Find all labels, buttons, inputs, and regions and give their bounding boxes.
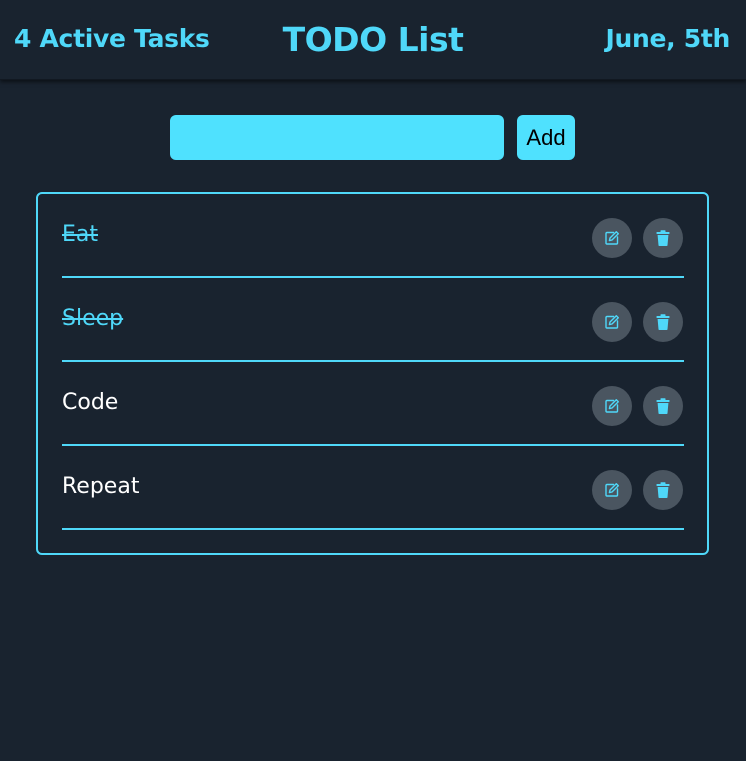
- edit-button[interactable]: [592, 218, 632, 258]
- delete-button[interactable]: [643, 302, 683, 342]
- todo-item: Code: [62, 362, 684, 446]
- edit-button[interactable]: [592, 470, 632, 510]
- edit-icon: [605, 483, 619, 497]
- current-date: June, 5th: [605, 24, 731, 53]
- todo-label[interactable]: Code: [62, 390, 118, 415]
- edit-button[interactable]: [592, 302, 632, 342]
- edit-icon: [605, 399, 619, 413]
- todo-item: Repeat: [62, 446, 684, 530]
- edit-icon: [605, 231, 619, 245]
- trash-icon: [656, 314, 670, 330]
- new-task-input[interactable]: [170, 115, 504, 160]
- delete-button[interactable]: [643, 218, 683, 258]
- todo-label[interactable]: Sleep: [62, 306, 123, 331]
- delete-button[interactable]: [643, 470, 683, 510]
- todo-item: Sleep: [62, 278, 684, 362]
- todo-list: Eat Sleep Code Repeat: [36, 192, 709, 555]
- trash-icon: [656, 398, 670, 414]
- trash-icon: [656, 482, 670, 498]
- edit-icon: [605, 315, 619, 329]
- todo-label[interactable]: Repeat: [62, 474, 139, 499]
- add-task-button[interactable]: Add: [517, 115, 575, 160]
- todo-item: Eat: [62, 194, 684, 278]
- delete-button[interactable]: [643, 386, 683, 426]
- todo-label[interactable]: Eat: [62, 222, 98, 247]
- edit-button[interactable]: [592, 386, 632, 426]
- trash-icon: [656, 230, 670, 246]
- app-header: 4 Active Tasks TODO List June, 5th: [0, 0, 746, 80]
